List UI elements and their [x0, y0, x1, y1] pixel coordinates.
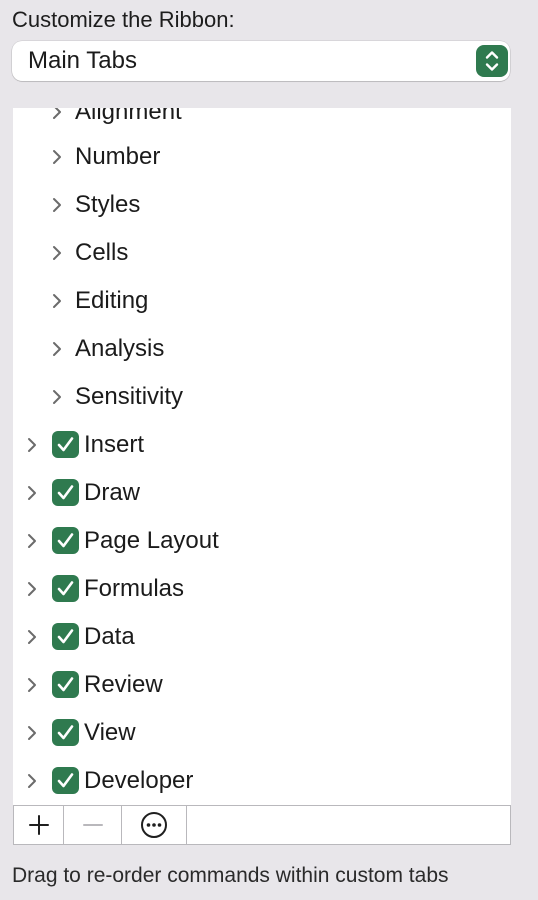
tree-item-label: Number — [75, 143, 161, 170]
tree-tab-label: Insert — [84, 431, 145, 458]
checkbox[interactable] — [52, 623, 79, 650]
tree-item-label: Styles — [75, 191, 141, 218]
remove-button[interactable] — [64, 806, 122, 844]
chevron-right-icon[interactable] — [26, 484, 38, 502]
tree-item-label: Cells — [75, 239, 129, 266]
tree-tab-review[interactable]: Review — [13, 661, 511, 709]
tree-item-sensitivity[interactable]: Sensitivity — [13, 373, 511, 421]
checkbox[interactable] — [52, 431, 79, 458]
tree-toolbar — [13, 805, 511, 845]
tree-tab-label: Formulas — [84, 575, 185, 602]
tree-tab-draw[interactable]: Draw — [13, 469, 511, 517]
chevron-right-icon[interactable] — [26, 436, 38, 454]
tree-item-styles[interactable]: Styles — [13, 181, 511, 229]
checkbox[interactable] — [52, 767, 79, 794]
ribbon-heading: Customize the Ribbon: — [12, 7, 235, 32]
tree-tab-insert[interactable]: Insert — [13, 421, 511, 469]
tree-tab-developer[interactable]: Developer — [13, 757, 511, 805]
chevron-right-icon[interactable] — [51, 244, 63, 262]
tree-tab-label: Page Layout — [84, 527, 219, 554]
select-value: Main Tabs — [28, 47, 137, 74]
chevron-right-icon[interactable] — [51, 340, 63, 358]
tree-tab-label: Draw — [84, 479, 141, 506]
minus-icon — [82, 824, 103, 826]
chevron-right-icon[interactable] — [51, 388, 63, 406]
tree-tab-label: Developer — [84, 767, 194, 794]
tree-item-label: Analysis — [75, 335, 165, 362]
tree-item-cells[interactable]: Cells — [13, 229, 511, 277]
tree-tab-formulas[interactable]: Formulas — [13, 565, 511, 613]
tree-tab-label: Review — [84, 671, 163, 698]
tree-item-analysis[interactable]: Analysis — [13, 325, 511, 373]
footer-hint: Drag to re-order commands within custom … — [12, 864, 449, 887]
tree-tab-data[interactable]: Data — [13, 613, 511, 661]
chevron-right-icon[interactable] — [51, 148, 63, 166]
tree-tab-label: Data — [84, 623, 135, 650]
plus-icon — [28, 815, 49, 835]
up-down-arrows-icon[interactable] — [476, 45, 508, 77]
add-button[interactable] — [14, 806, 64, 844]
ribbon-tree[interactable]: Alignment Number Styles Cells Editing An… — [13, 108, 511, 805]
chevron-right-icon[interactable] — [51, 108, 63, 121]
tree-item-label: Sensitivity — [75, 383, 184, 410]
tree-item-alignment[interactable]: Alignment — [13, 108, 511, 136]
more-options-button[interactable] — [122, 806, 187, 844]
ellipsis-circle-icon — [141, 812, 167, 838]
checkbox[interactable] — [52, 527, 79, 554]
checkbox[interactable] — [52, 671, 79, 698]
checkbox[interactable] — [52, 719, 79, 746]
chevron-right-icon[interactable] — [26, 532, 38, 550]
checkbox[interactable] — [52, 575, 79, 602]
ribbon-tabs-select[interactable]: Main Tabs — [12, 41, 510, 81]
chevron-right-icon[interactable] — [26, 676, 38, 694]
tree-tab-page-layout[interactable]: Page Layout — [13, 517, 511, 565]
checkbox[interactable] — [52, 479, 79, 506]
chevron-right-icon[interactable] — [26, 724, 38, 742]
tree-item-number[interactable]: Number — [13, 133, 511, 181]
chevron-right-icon[interactable] — [26, 628, 38, 646]
tree-item-editing[interactable]: Editing — [13, 277, 511, 325]
tree-item-label: Editing — [75, 287, 149, 314]
tree-tab-label: View — [84, 719, 136, 746]
tree-tab-view[interactable]: View — [13, 709, 511, 757]
chevron-right-icon[interactable] — [51, 196, 63, 214]
chevron-right-icon[interactable] — [51, 292, 63, 310]
chevron-right-icon[interactable] — [26, 772, 38, 790]
chevron-right-icon[interactable] — [26, 580, 38, 598]
tree-item-label: Alignment — [75, 108, 182, 125]
